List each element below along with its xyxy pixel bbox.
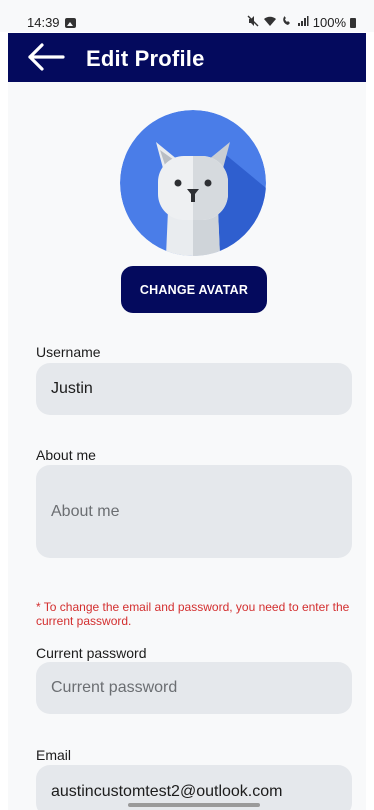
- about-me-label: About me: [36, 447, 96, 463]
- wifi-icon: [263, 15, 277, 30]
- status-time-group: 14:39: [27, 15, 76, 30]
- username-value: Justin: [51, 380, 93, 397]
- current-password-label: Current password: [36, 645, 147, 661]
- volte-icon: [281, 15, 293, 30]
- status-icons: 100%: [247, 15, 356, 30]
- image-icon: [64, 17, 76, 28]
- about-me-field[interactable]: About me: [36, 465, 352, 558]
- current-password-field[interactable]: Current password: [36, 662, 352, 714]
- password-note: * To change the email and password, you …: [36, 600, 350, 628]
- home-indicator[interactable]: [128, 803, 260, 807]
- current-password-placeholder: Current password: [51, 679, 178, 696]
- app-bar: Edit Profile: [8, 33, 366, 82]
- profile-form: CHANGE AVATAR Username Justin About me A…: [8, 82, 366, 810]
- arrow-left-icon[interactable]: [26, 42, 66, 72]
- about-me-placeholder: About me: [51, 502, 120, 520]
- status-time: 14:39: [27, 15, 60, 30]
- cat-avatar-icon: [120, 110, 266, 256]
- status-bar: 14:39 100%: [0, 0, 374, 32]
- signal-icon: [297, 15, 309, 30]
- username-label: Username: [36, 344, 101, 360]
- battery-icon: [350, 17, 356, 28]
- username-field[interactable]: Justin: [36, 363, 352, 415]
- email-value: austincustomtest2@outlook.com: [51, 783, 283, 800]
- change-avatar-button[interactable]: CHANGE AVATAR: [121, 266, 267, 313]
- battery-percent: 100%: [312, 15, 346, 30]
- page-title: Edit Profile: [86, 46, 205, 71]
- email-label: Email: [36, 747, 72, 763]
- avatar[interactable]: [120, 110, 266, 256]
- mute-icon: [247, 15, 259, 30]
